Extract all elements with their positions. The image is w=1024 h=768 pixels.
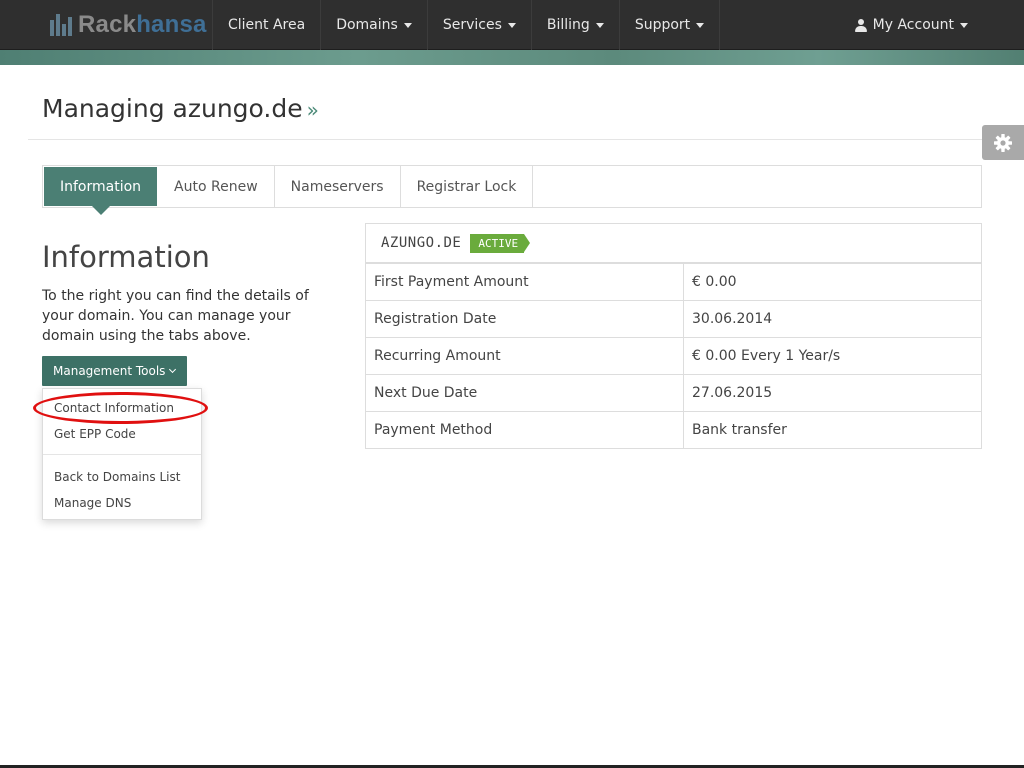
row-value: € 0.00 Every 1 Year/s <box>692 348 841 364</box>
brand-name: Rackhansa <box>78 11 207 39</box>
nav-billing[interactable]: Billing <box>530 0 619 50</box>
caret-down-icon <box>595 22 604 28</box>
page-title-text: Managing azungo.de <box>42 94 303 123</box>
row-label: Next Due Date <box>366 375 684 411</box>
tab-nameservers[interactable]: Nameservers <box>275 166 401 207</box>
settings-toggle-button[interactable] <box>982 125 1024 160</box>
table-row: Recurring Amount € 0.00 Every 1 Year/s <box>366 337 981 374</box>
header-banner-strip <box>0 50 1024 65</box>
domain-details-header: AZUNGO.DE ACTIVE <box>366 224 981 263</box>
table-row: Registration Date 30.06.2014 <box>366 300 981 337</box>
domain-tabs: Information Auto Renew Nameservers Regis… <box>42 165 982 215</box>
tab-auto-renew[interactable]: Auto Renew <box>158 166 275 207</box>
menu-divider <box>43 454 201 455</box>
caret-down-icon <box>507 22 516 28</box>
menu-item-manage-dns[interactable]: Manage DNS <box>54 496 131 510</box>
nav-domains[interactable]: Domains <box>320 0 427 50</box>
tab-information-label: Information <box>60 178 142 195</box>
brand-name-part1: Rack <box>78 11 137 38</box>
management-tools-button[interactable]: Management Tools <box>42 356 187 386</box>
nav-services-label: Services <box>442 17 502 33</box>
table-row: Next Due Date 27.06.2015 <box>366 374 981 411</box>
main-nav: Client Area Domains Services Billing Sup… <box>212 0 721 50</box>
caret-down-icon <box>403 22 412 28</box>
information-heading: Information <box>42 240 210 274</box>
domain-details-panel: AZUNGO.DE ACTIVE First Payment Amount € … <box>365 223 982 449</box>
nav-my-account-label: My Account <box>872 17 954 33</box>
row-label: Recurring Amount <box>366 338 684 374</box>
nav-billing-label: Billing <box>546 17 590 33</box>
caret-down-icon <box>960 22 968 28</box>
nav-support[interactable]: Support <box>618 0 721 50</box>
management-tools-label: Management Tools <box>53 364 166 378</box>
breadcrumb-arrow: » <box>306 98 319 122</box>
nav-client-area[interactable]: Client Area <box>212 0 320 50</box>
row-value: 27.06.2015 <box>692 385 773 401</box>
brand-name-part2: hansa <box>136 11 207 38</box>
row-label: First Payment Amount <box>366 264 684 300</box>
row-value: 30.06.2014 <box>692 311 773 327</box>
chevron-down-icon <box>169 365 177 374</box>
table-row: First Payment Amount € 0.00 <box>366 263 981 300</box>
annotation-highlight-oval <box>33 392 208 424</box>
status-badge: ACTIVE <box>470 233 530 253</box>
brand-logo[interactable]: Rackhansa <box>50 9 207 41</box>
caret-down-icon <box>696 22 705 28</box>
nav-my-account[interactable]: My Account <box>837 0 1024 50</box>
information-description: To the right you can find the details of… <box>42 288 309 344</box>
logo-bars-icon <box>50 14 72 36</box>
menu-item-back-to-domains-list[interactable]: Back to Domains List <box>54 470 180 484</box>
header-divider <box>28 139 1024 140</box>
nav-services[interactable]: Services <box>426 0 531 50</box>
nav-client-area-label: Client Area <box>228 17 306 33</box>
row-value: € 0.00 <box>692 274 737 290</box>
table-row: Payment Method Bank transfer <box>366 411 981 448</box>
nav-domains-label: Domains <box>336 17 398 33</box>
tab-nameservers-label: Nameservers <box>290 178 384 195</box>
domain-name: AZUNGO.DE <box>381 235 462 251</box>
gear-icon <box>994 133 1012 152</box>
row-label: Registration Date <box>366 301 684 337</box>
tab-registrar-lock-label: Registrar Lock <box>416 178 517 195</box>
tab-information[interactable]: Information <box>44 167 158 215</box>
tab-auto-renew-label: Auto Renew <box>174 178 258 195</box>
user-icon <box>854 18 867 32</box>
menu-item-get-epp-code[interactable]: Get EPP Code <box>54 427 136 441</box>
nav-support-label: Support <box>634 17 691 33</box>
row-value: Bank transfer <box>692 422 787 438</box>
page-title: Managing azungo.de» <box>42 94 319 123</box>
top-navbar: Rackhansa Client Area Domains Services B… <box>0 0 1024 50</box>
tab-registrar-lock[interactable]: Registrar Lock <box>401 166 534 207</box>
row-label: Payment Method <box>366 412 684 448</box>
